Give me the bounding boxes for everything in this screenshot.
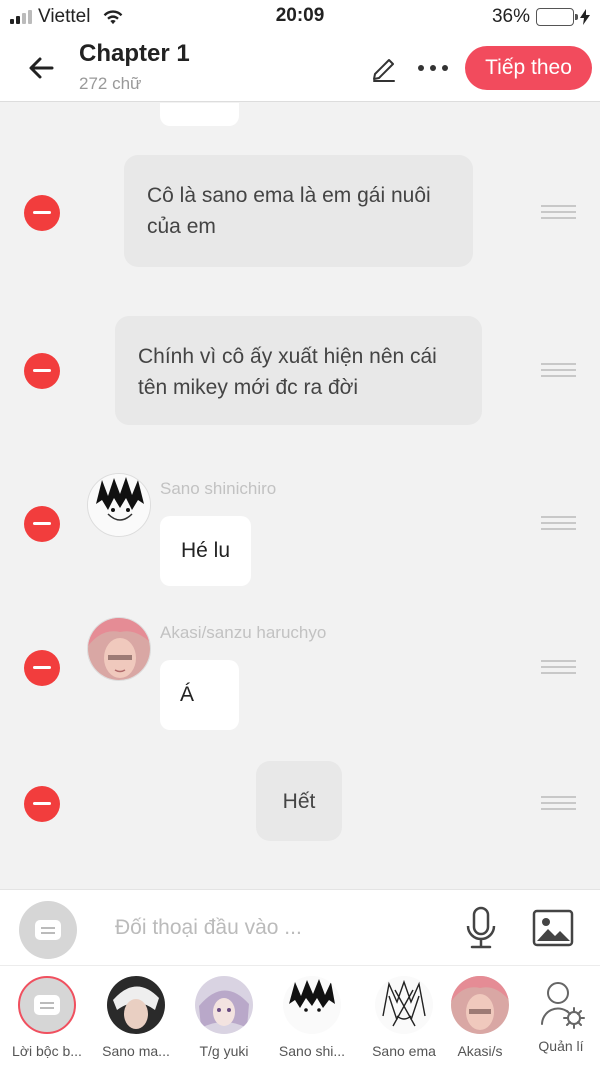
- drag-handle-icon[interactable]: [541, 363, 576, 377]
- back-arrow-icon[interactable]: [22, 48, 62, 88]
- tab-character[interactable]: Sano ma...: [93, 976, 179, 1064]
- drag-handle-icon[interactable]: [541, 516, 576, 530]
- battery-icon: [536, 8, 578, 26]
- message-bubble[interactable]: [160, 103, 239, 126]
- tab-label: Quản lí: [538, 1038, 584, 1054]
- delete-message-button[interactable]: [24, 650, 60, 686]
- character-name: Akasi/sanzu haruchyo: [160, 623, 327, 642]
- message-row[interactable]: Sano shinichiro Hé lu: [0, 471, 600, 591]
- tab-label: Sano ma...: [102, 1043, 170, 1059]
- tab-character[interactable]: Akasi/s: [437, 976, 523, 1064]
- manage-user-icon: [532, 976, 590, 1034]
- avatar: [283, 976, 341, 1034]
- message-row[interactable]: Akasi/sanzu haruchyo Á: [0, 615, 600, 735]
- pencil-icon[interactable]: [368, 52, 400, 84]
- status-bar: Viettel 20:09 36%: [0, 0, 600, 34]
- tab-narration[interactable]: Lời bộc b...: [4, 976, 90, 1064]
- tab-label: T/g yuki: [199, 1043, 249, 1059]
- microphone-icon[interactable]: [462, 906, 500, 950]
- message-row[interactable]: Cô là sano ema là em gái nuôi của em: [0, 155, 600, 270]
- editor-header: Chapter 1 272 chữ Tiếp theo: [0, 34, 600, 102]
- dialogue-input[interactable]: [115, 912, 445, 944]
- character-name: Sano shinichiro: [160, 479, 277, 498]
- tab-character[interactable]: Sano ema: [361, 976, 447, 1064]
- narration-card-icon: [34, 995, 60, 1015]
- more-options-icon[interactable]: [414, 56, 452, 80]
- tab-label: Sano ema: [372, 1043, 436, 1059]
- avatar: [107, 976, 165, 1034]
- avatar: [375, 976, 433, 1034]
- avatar: [195, 976, 253, 1034]
- message-row[interactable]: [0, 103, 600, 133]
- message-row[interactable]: Chính vì cô ấy xuất hiện nên cái tên mik…: [0, 316, 600, 426]
- delete-message-button[interactable]: [24, 786, 60, 822]
- narration-bubble[interactable]: Cô là sano ema là em gái nuôi của em: [124, 155, 473, 267]
- character-tabbar: Lời bộc b... Sano ma... T/g yuki Sano sh…: [0, 965, 600, 1067]
- message-bubble[interactable]: Á: [160, 660, 239, 730]
- word-count: 272 chữ: [79, 74, 142, 93]
- avatar: [451, 976, 509, 1034]
- message-bubble[interactable]: Hé lu: [160, 516, 251, 586]
- tab-character[interactable]: T/g yuki: [181, 976, 267, 1064]
- chat-list: Cô là sano ema là em gái nuôi của em Chí…: [0, 103, 600, 889]
- drag-handle-icon[interactable]: [541, 660, 576, 674]
- chapter-title: Chapter 1: [79, 40, 190, 67]
- drag-handle-icon[interactable]: [541, 796, 576, 810]
- delete-message-button[interactable]: [24, 353, 60, 389]
- next-button[interactable]: Tiếp theo: [465, 46, 592, 90]
- narration-toggle-button[interactable]: [19, 901, 77, 959]
- delete-message-button[interactable]: [24, 506, 60, 542]
- tab-label: Akasi/s: [457, 1043, 503, 1059]
- avatar[interactable]: [87, 473, 151, 537]
- charging-bolt-icon: [580, 9, 590, 25]
- image-icon[interactable]: [532, 909, 574, 947]
- battery-group: 36%: [492, 6, 590, 28]
- delete-message-button[interactable]: [24, 195, 60, 231]
- tab-manage[interactable]: Quản lí: [518, 976, 600, 1064]
- narration-tab-icon: [18, 976, 76, 1034]
- narration-bubble[interactable]: Hết: [256, 761, 342, 841]
- battery-percent: 36%: [491, 6, 530, 27]
- tab-character[interactable]: Sano shi...: [269, 976, 355, 1064]
- message-row[interactable]: Hết: [0, 761, 600, 841]
- narration-bubble[interactable]: Chính vì cô ấy xuất hiện nên cái tên mik…: [115, 316, 482, 425]
- avatar[interactable]: [87, 617, 151, 681]
- narration-card-icon: [35, 920, 61, 940]
- drag-handle-icon[interactable]: [541, 205, 576, 219]
- composer: [0, 889, 600, 965]
- tab-label: Sano shi...: [278, 1043, 346, 1059]
- tab-label: Lời bộc b...: [12, 1043, 82, 1059]
